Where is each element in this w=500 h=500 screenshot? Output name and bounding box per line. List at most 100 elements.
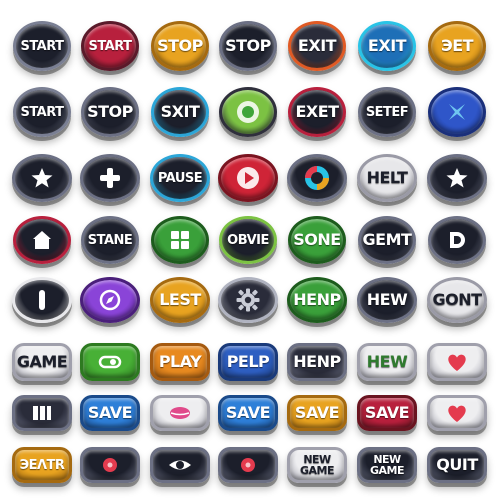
eye-icon xyxy=(167,452,193,478)
start-button[interactable]: START xyxy=(81,21,139,71)
button-label: HEW xyxy=(366,290,408,309)
plus-button[interactable] xyxy=(80,154,140,202)
x-shape-button[interactable] xyxy=(428,87,486,137)
button-label: SAVE xyxy=(364,403,410,422)
bar-icon xyxy=(29,287,55,313)
button-label: GONT xyxy=(432,290,482,309)
button-label: HELT xyxy=(366,168,408,187)
heart-button[interactable] xyxy=(427,395,487,431)
red-dot-icon xyxy=(235,452,261,478)
home-button[interactable] xyxy=(13,216,71,264)
henp-button[interactable]: HENP xyxy=(287,277,347,323)
button-label: GAME xyxy=(16,352,68,371)
start-button[interactable]: START xyxy=(13,21,71,71)
heart-icon xyxy=(444,349,470,375)
bars-button[interactable] xyxy=(12,395,72,431)
helt-button[interactable]: HELT xyxy=(357,154,417,202)
stop-button[interactable]: STOP xyxy=(151,21,209,71)
button-label: GEMT xyxy=(362,230,412,249)
button-label: SXIT xyxy=(160,102,200,121)
new-game-button[interactable]: NEW GAME xyxy=(287,447,347,483)
button-label: LEST xyxy=(159,290,201,309)
color-ring-icon xyxy=(304,165,330,191)
play-icon xyxy=(235,165,261,191)
button-label: EXIT xyxy=(297,36,337,55)
button-label: ЭEΛTR xyxy=(19,457,65,473)
game-button[interactable]: GAME xyxy=(12,343,72,381)
stane-button[interactable]: STANE xyxy=(81,216,139,264)
grid-icon xyxy=(167,227,193,253)
exit-button[interactable]: EXIT xyxy=(358,21,416,71)
new-game-button[interactable]: NEW GAME xyxy=(357,447,417,483)
play-button[interactable] xyxy=(218,154,278,202)
d-shape-icon xyxy=(444,227,470,253)
setef-button[interactable]: SETEF xyxy=(358,87,416,137)
button-label: EXET xyxy=(295,102,339,121)
button-label: HENP xyxy=(293,352,341,371)
exet-button[interactable]: EXET xyxy=(288,87,346,137)
toggle-icon xyxy=(97,349,123,375)
bar-button[interactable] xyxy=(12,277,72,323)
button-label: EXIT xyxy=(367,36,407,55)
red-dot-button[interactable] xyxy=(218,447,278,483)
star-button[interactable] xyxy=(12,154,72,202)
lest-button[interactable]: LEST xyxy=(150,277,210,323)
sxit-button[interactable]: SXIT xyxy=(151,87,209,137)
toggle-button[interactable] xyxy=(80,343,140,381)
e-tr-button[interactable]: ЭEΛTR xyxy=(12,447,72,483)
sone-button[interactable]: SONE xyxy=(288,216,346,264)
red-dot-button[interactable] xyxy=(80,447,140,483)
gont-button[interactable]: GONT xyxy=(427,277,487,323)
button-label: HEW xyxy=(366,352,408,371)
button-label: HENP xyxy=(293,290,341,309)
gemt-button[interactable]: GEMT xyxy=(358,216,416,264)
button-label: NEW GAME xyxy=(299,453,335,477)
home-icon xyxy=(29,227,55,253)
heart-button[interactable] xyxy=(427,343,487,381)
button-label: SAVE xyxy=(294,403,340,422)
quit-button[interactable]: QUIT xyxy=(427,447,487,483)
compass-icon xyxy=(97,287,123,313)
lips-button[interactable] xyxy=(150,395,210,431)
button-label: SETEF xyxy=(365,104,409,120)
lips-icon xyxy=(167,400,193,426)
save-button[interactable]: SAVE xyxy=(80,395,140,431)
hew-button[interactable]: HEW xyxy=(357,277,417,323)
stop-button[interactable]: STOP xyxy=(219,21,277,71)
button-label: STOP xyxy=(87,102,133,121)
red-dot-icon xyxy=(97,452,123,478)
button-label: QUIT xyxy=(436,455,478,474)
button-label: START xyxy=(20,104,64,120)
obvie-button[interactable]: OBVIE xyxy=(219,216,277,264)
color-ring-button[interactable] xyxy=(287,154,347,202)
bars-icon xyxy=(29,400,55,426)
henp-button[interactable]: HENP xyxy=(287,343,347,381)
play-button[interactable]: PLAY xyxy=(150,343,210,381)
button-label: NEW GAME xyxy=(369,453,405,477)
save-button[interactable]: SAVE xyxy=(287,395,347,431)
button-label: PLAY xyxy=(158,352,202,371)
eye-button[interactable] xyxy=(150,447,210,483)
exit-button[interactable]: EXIT xyxy=(288,21,346,71)
pause-button[interactable]: PAUSE xyxy=(150,154,210,202)
compass-button[interactable] xyxy=(80,277,140,323)
star-icon xyxy=(29,165,55,191)
gear-icon xyxy=(235,287,261,313)
gear-button[interactable] xyxy=(218,277,278,323)
button-label: SAVE xyxy=(87,403,133,422)
plus-icon xyxy=(97,165,123,191)
star-button[interactable] xyxy=(427,154,487,202)
stop-button[interactable]: STOP xyxy=(81,87,139,137)
green-circle-button[interactable] xyxy=(219,87,277,137)
hew-button[interactable]: HEW xyxy=(357,343,417,381)
et-button[interactable]: ЭET xyxy=(428,21,486,71)
d-shape-button[interactable] xyxy=(428,216,486,264)
pelp-button[interactable]: PELP xyxy=(218,343,278,381)
star-icon xyxy=(444,165,470,191)
grid-button[interactable] xyxy=(151,216,209,264)
save-button[interactable]: SAVE xyxy=(218,395,278,431)
start-button[interactable]: START xyxy=(13,87,71,137)
button-label: STANE xyxy=(87,232,133,248)
button-label: OBVIE xyxy=(227,232,269,248)
save-button[interactable]: SAVE xyxy=(357,395,417,431)
